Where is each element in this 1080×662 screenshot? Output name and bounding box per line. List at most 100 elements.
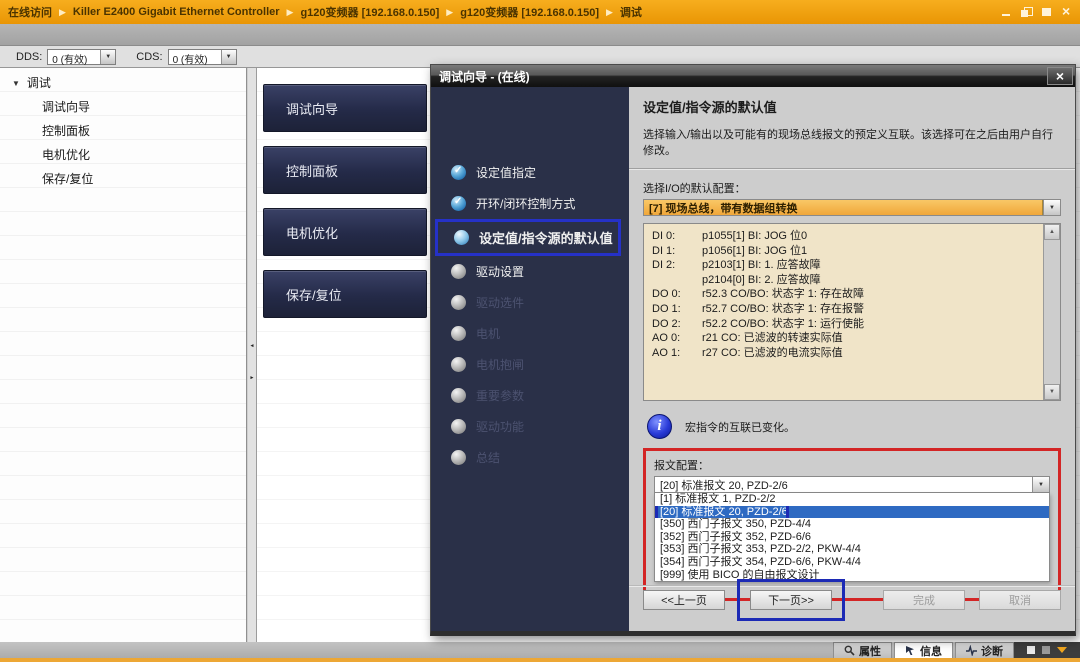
step-done-icon xyxy=(451,196,466,211)
telegram-combobox[interactable]: [20] 标准报文 20, PZD-2/6 xyxy=(654,476,1050,493)
telegram-option-selected[interactable]: [20] 标准报文 20, PZD-2/6 xyxy=(655,505,1049,519)
wizard-step-summary: 总结 xyxy=(431,442,629,473)
nav-button-motor-optimization[interactable]: 电机优化 xyxy=(263,208,427,256)
step-pending-icon xyxy=(451,357,466,372)
next-button-annotation-box: 下一页>> xyxy=(737,579,845,621)
wizard-step-setpoint-specification[interactable]: 设定值指定 xyxy=(431,157,629,188)
io-port: DI 0: xyxy=(652,230,676,242)
breadcrumb-arrow-icon: ▶ xyxy=(446,6,454,17)
panel-dim-icon[interactable] xyxy=(1042,646,1050,654)
tree-item-save-reset[interactable]: 保存/复位 xyxy=(0,166,246,190)
dds-field: DDS: 0 (有效) xyxy=(16,48,117,66)
wizard-step-drive-settings[interactable]: 驱动设置 xyxy=(431,256,629,287)
telegram-value: [20] 标准报文 20, PZD-2/6 xyxy=(660,479,788,492)
io-text: p2104[0] BI: 2. 应答故障 xyxy=(702,273,821,286)
step-pending-icon xyxy=(451,264,466,279)
tab-info[interactable]: 信息 xyxy=(894,642,953,658)
telegram-option[interactable]: [354] 西门子报文 354, PZD-6/6, PKW-4/4 xyxy=(655,556,1049,569)
next-page-button[interactable]: 下一页>> xyxy=(750,590,832,610)
io-config-combobox[interactable]: [7] 现场总线，带有数据组转换 xyxy=(643,199,1061,216)
panel-splitter[interactable] xyxy=(248,68,257,642)
tree-node-commissioning[interactable]: 调试 xyxy=(0,70,246,94)
io-port: DO 1: xyxy=(652,302,681,315)
tab-diagnostics[interactable]: 诊断 xyxy=(955,642,1014,658)
telegram-option[interactable]: [352] 西门子报文 352, PZD-6/6 xyxy=(655,531,1049,544)
function-tree-panel: 调试 调试向导 控制面板 电机优化 保存/复位 xyxy=(0,68,247,642)
tab-label: 信息 xyxy=(920,645,942,658)
scroll-down-icon[interactable] xyxy=(1044,384,1060,400)
finish-button[interactable]: 完成 xyxy=(883,590,965,610)
nav-button-save-reset[interactable]: 保存/复位 xyxy=(263,270,427,318)
step-label: 设定值指定 xyxy=(476,166,537,180)
io-port: AO 0: xyxy=(652,332,681,345)
inspector-tabs: 属性 信息 诊断 xyxy=(833,642,1014,658)
chevron-down-icon[interactable] xyxy=(100,49,116,64)
secondary-toolbar xyxy=(0,24,1080,46)
tree-item-wizard[interactable]: 调试向导 xyxy=(0,94,246,118)
step-pending-icon xyxy=(451,450,466,465)
breadcrumb-arrow-icon: ▶ xyxy=(59,6,66,17)
minimize-icon[interactable] xyxy=(1001,7,1012,18)
wizard-step-motor: 电机 xyxy=(431,318,629,349)
telegram-option[interactable]: [350] 西门子报文 350, PZD-4/4 xyxy=(655,518,1049,531)
telegram-option[interactable]: [1] 标准报文 1, PZD-2/2 xyxy=(655,493,1049,506)
restore-icon[interactable] xyxy=(1021,6,1033,18)
chevron-down-icon[interactable] xyxy=(1043,200,1060,215)
breadcrumb-item[interactable]: 调试 xyxy=(620,4,642,20)
breadcrumb-item[interactable]: g120变频器 [192.168.0.150] xyxy=(460,4,599,20)
dds-select[interactable]: 0 (有效) xyxy=(47,48,117,66)
tab-label: 诊断 xyxy=(981,645,1003,658)
telegram-option[interactable]: [353] 西门子报文 353, PZD-2/2, PKW-4/4 xyxy=(655,543,1049,556)
tab-properties[interactable]: 属性 xyxy=(833,642,892,658)
tree-expand-icon[interactable] xyxy=(12,75,20,89)
dds-value: 0 (有效) xyxy=(52,54,88,66)
io-port: DI 1: xyxy=(652,244,676,257)
chevron-down-icon[interactable] xyxy=(220,49,236,64)
cds-select[interactable]: 0 (有效) xyxy=(167,48,237,66)
io-row: DO 2: r52.2 CO/BO: 状态字 1: 运行使能 xyxy=(652,317,1036,332)
dialog-close-icon[interactable] xyxy=(1047,67,1073,85)
wizard-step-control-mode[interactable]: 开环/闭环控制方式 xyxy=(431,188,629,219)
io-assignment-listbox[interactable]: DI 0: p1055[1] BI: JOG 位0 DI 1: p1056[1] B… xyxy=(643,223,1061,401)
scrollbar[interactable] xyxy=(1043,224,1060,400)
step-pending-icon xyxy=(451,419,466,434)
collapse-chevron-icon[interactable] xyxy=(1057,647,1067,653)
io-row: DI 0: p1055[1] BI: JOG 位0 xyxy=(652,229,1036,244)
telegram-dropdown-list: [1] 标准报文 1, PZD-2/2 [20] 标准报文 20, PZD-2/… xyxy=(654,493,1050,583)
chevron-down-icon[interactable] xyxy=(1032,477,1049,492)
io-row: AO 0: r21 CO: 已滤波的转速实际值 xyxy=(652,331,1036,346)
step-label: 开环/闭环控制方式 xyxy=(476,197,576,211)
breadcrumb-item[interactable]: g120变频器 [192.168.0.150] xyxy=(300,4,439,20)
statusbar-corner-icons xyxy=(1014,642,1080,658)
wizard-step-important-parameters: 重要参数 xyxy=(431,380,629,411)
nav-button-control-panel[interactable]: 控制面板 xyxy=(263,146,427,194)
tab-label: 属性 xyxy=(859,645,881,658)
io-text: p2103[1] BI: 1. 应答故障 xyxy=(702,259,821,272)
panel-icon[interactable] xyxy=(1027,646,1035,654)
step-pending-icon xyxy=(451,388,466,403)
maximize-icon[interactable] xyxy=(1041,7,1052,18)
cancel-button[interactable]: 取消 xyxy=(979,590,1061,610)
application-window: 在线访问 ▶ Killer E2400 Gigabit Ethernet Con… xyxy=(0,0,1080,662)
io-port: DI 2: xyxy=(652,259,676,272)
close-icon[interactable] xyxy=(1061,3,1072,19)
io-port xyxy=(652,273,702,288)
io-text: p1056[1] BI: JOG 位1 xyxy=(702,244,808,257)
wizard-step-defaults-of-setpoints[interactable]: 设定值/指令源的默认值 xyxy=(435,219,621,256)
io-row: AO 1: r27 CO: 已滤波的电流实际值 xyxy=(652,346,1036,361)
breadcrumb-item[interactable]: Killer E2400 Gigabit Ethernet Controller xyxy=(73,6,280,18)
telegram-config-label: 报文配置： xyxy=(654,460,709,472)
info-message: 宏指令的互联已变化。 xyxy=(685,421,795,434)
tree-item-motor-optimization[interactable]: 电机优化 xyxy=(0,142,246,166)
window-titlebar: 在线访问 ▶ Killer E2400 Gigabit Ethernet Con… xyxy=(0,0,1080,24)
previous-page-button[interactable]: <<上一页 xyxy=(643,590,725,610)
io-port: AO 1: xyxy=(652,346,681,359)
io-text: p1055[1] BI: JOG 位0 xyxy=(702,230,808,242)
info-message-row: 宏指令的互联已变化。 xyxy=(643,414,1061,439)
info-icon xyxy=(647,414,672,439)
nav-button-wizard[interactable]: 调试向导 xyxy=(263,84,427,132)
scroll-up-icon[interactable] xyxy=(1044,224,1060,240)
splitter-handle-icon[interactable] xyxy=(248,332,256,386)
tree-item-control-panel[interactable]: 控制面板 xyxy=(0,118,246,142)
breadcrumb-item[interactable]: 在线访问 xyxy=(8,4,52,20)
